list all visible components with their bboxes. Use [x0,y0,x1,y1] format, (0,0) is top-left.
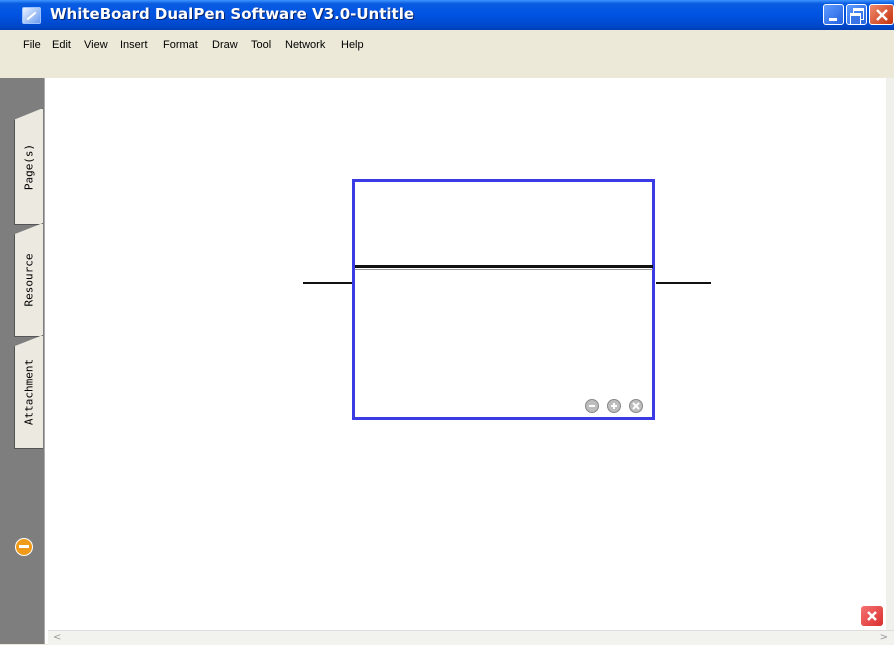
menu-draw[interactable]: Draw [212,39,238,51]
scroll-left-icon[interactable]: < [53,632,61,643]
scroll-right-icon[interactable]: > [880,632,888,643]
horizontal-scrollbar[interactable]: < > [48,630,894,645]
menu-bar: File Edit View Insert Format Draw Tool N… [0,30,894,64]
x-icon [632,402,640,410]
menu-insert[interactable]: Insert [120,39,148,51]
connector-line-left[interactable] [303,282,353,284]
minimize-button[interactable] [823,4,844,25]
selected-object[interactable] [352,179,655,420]
menu-network[interactable]: Network [285,39,325,51]
collapse-sidebar-icon[interactable] [15,538,33,556]
zoom-out-button[interactable] [585,399,599,413]
connector-line-right[interactable] [656,282,711,284]
tab-pages[interactable]: Page(s) [14,108,43,225]
sidebar: Page(s) Resource Attachment [0,78,44,644]
vertical-scrollbar[interactable] [886,78,894,644]
remove-object-button[interactable] [629,399,643,413]
menu-tool[interactable]: Tool [251,39,271,51]
restore-button[interactable] [846,4,867,25]
close-x-icon [867,611,877,621]
window-title: WhiteBoard DualPen Software V3.0-Untitle [50,5,415,23]
menu-help[interactable]: Help [341,39,364,51]
menu-file[interactable]: File [23,39,41,51]
close-button[interactable] [869,4,894,25]
tab-resource[interactable]: Resource [14,223,43,337]
minimize-icon [829,18,837,21]
minus-icon [589,405,595,407]
zoom-in-button[interactable] [607,399,621,413]
menu-edit[interactable]: Edit [52,39,71,51]
menu-view[interactable]: View [84,39,108,51]
object-divider-line [355,265,653,268]
close-icon [876,9,888,21]
title-bar: WhiteBoard DualPen Software V3.0-Untitle [0,0,894,30]
close-board-button[interactable] [861,606,883,626]
app-pen-icon [22,7,41,24]
menu-format[interactable]: Format [163,39,198,51]
plus-icon [611,403,617,409]
tab-attachment[interactable]: Attachment [14,335,43,449]
